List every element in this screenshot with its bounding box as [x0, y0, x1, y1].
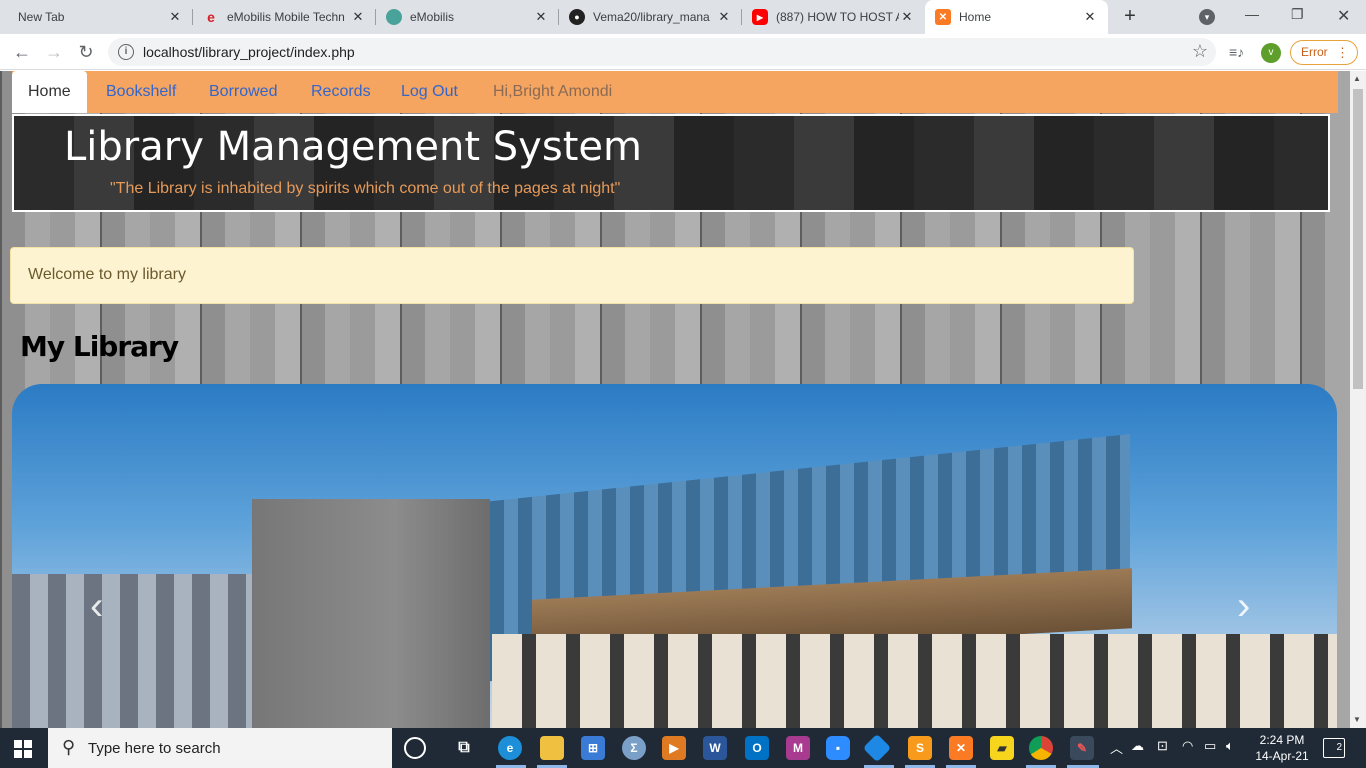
wifi-icon[interactable]: ◠ [1182, 738, 1193, 754]
close-icon[interactable]: ✕ [533, 9, 549, 25]
image-carousel: ‹ › [12, 384, 1337, 728]
git-icon[interactable] [862, 733, 892, 763]
back-icon[interactable]: ← [10, 40, 34, 64]
error-label: Error [1301, 45, 1328, 59]
close-icon[interactable]: ✕ [899, 9, 915, 25]
page-viewport: Home Bookshelf Borrowed Records Log Out … [0, 71, 1350, 728]
profile-avatar[interactable]: v [1261, 43, 1281, 63]
close-icon[interactable]: ✕ [167, 9, 183, 25]
clock-time: 2:24 PM [1259, 733, 1305, 747]
minimize-icon[interactable]: — [1245, 6, 1259, 22]
tab-label: eMobilis [410, 10, 455, 24]
outlook-icon[interactable]: O [745, 736, 769, 760]
url-text[interactable]: localhost/library_project/index.php [143, 44, 355, 60]
close-icon[interactable]: ✕ [1082, 9, 1098, 25]
nav-logout[interactable]: Log Out [401, 71, 458, 113]
m-app-icon[interactable]: M [786, 736, 810, 760]
zoom-icon[interactable]: ▪ [826, 736, 850, 760]
error-button[interactable]: Error ⋮ [1290, 40, 1358, 65]
tab-github[interactable]: ● Vema20/library_mana ✕ [559, 0, 742, 34]
user-greeting: Hi,Bright Amondi [493, 83, 613, 100]
page-scrollbar[interactable]: ▲ ▼ [1350, 71, 1366, 728]
welcome-text: Welcome to my library [28, 266, 186, 283]
clock-date: 14-Apr-21 [1255, 749, 1309, 763]
scrollbar-thumb[interactable] [1353, 89, 1363, 389]
site-banner: Library Management System "The Library i… [12, 114, 1330, 212]
file-explorer-icon[interactable] [540, 736, 564, 760]
carousel-image-building-left [12, 574, 252, 728]
emobilis-favicon-icon: e [207, 9, 215, 25]
reading-list-icon[interactable]: ≡♪ [1229, 44, 1244, 60]
pin-app-icon[interactable]: ✎ [1070, 736, 1094, 760]
taskbar-search[interactable]: ⚲ Type here to search [48, 728, 392, 768]
windows-taskbar: ⚲ Type here to search ⧉ e ⊞ Σ ▶ W O M ▪ … [0, 728, 1366, 768]
page-title: Library Management System [64, 124, 642, 170]
calculator-icon[interactable]: Σ [622, 736, 646, 760]
media-player-icon[interactable]: ▶ [662, 736, 686, 760]
restore-icon[interactable]: ❐ [1291, 6, 1304, 23]
taskbar-search-placeholder: Type here to search [88, 740, 221, 757]
tab-label: Home [959, 10, 992, 24]
edge-icon[interactable]: e [498, 736, 522, 760]
banner-quote: "The Library is inhabited by spirits whi… [110, 180, 621, 197]
browser-tabstrip: New Tab ✕ e eMobilis Mobile Techn ✕ eMob… [0, 0, 1366, 34]
xampp-favicon-icon: ✕ [935, 9, 951, 25]
carousel-prev-icon[interactable]: ‹ [90, 584, 103, 629]
tab-emobilis-mobile[interactable]: e eMobilis Mobile Techn ✕ [193, 0, 376, 34]
store-icon[interactable]: ⊞ [581, 736, 605, 760]
tab-home[interactable]: ✕ Home ✕ [925, 0, 1108, 34]
site-navbar: Home Bookshelf Borrowed Records Log Out … [12, 71, 1338, 113]
github-favicon-icon: ● [569, 9, 585, 25]
battery-icon[interactable]: ▭ [1204, 738, 1216, 754]
nav-records[interactable]: Records [311, 71, 371, 113]
tab-label: Vema20/library_mana [593, 10, 710, 24]
carousel-image-tower [252, 499, 490, 728]
window-close-icon[interactable]: ✕ [1337, 6, 1350, 26]
chrome-icon[interactable] [1029, 736, 1053, 760]
bookmark-star-icon[interactable]: ☆ [1192, 41, 1208, 62]
nav-bookshelf[interactable]: Bookshelf [106, 71, 176, 113]
tray-expand-icon[interactable]: ︿ [1110, 738, 1123, 757]
site-info-icon[interactable]: i [118, 44, 134, 60]
address-bar: ← → ↻ i localhost/library_project/index.… [0, 34, 1366, 70]
tab-new-tab[interactable]: New Tab ✕ [8, 0, 193, 34]
tab-search-icon[interactable]: ▾ [1199, 9, 1215, 25]
windows-start-icon[interactable] [14, 740, 32, 758]
cortana-icon[interactable] [404, 737, 426, 759]
forward-icon[interactable]: → [42, 40, 66, 64]
tab-youtube[interactable]: ▶ (887) HOW TO HOST A ✕ [742, 0, 925, 34]
tab-label: (887) HOW TO HOST A [776, 10, 899, 24]
welcome-alert: Welcome to my library [10, 247, 1134, 304]
url-field[interactable]: i localhost/library_project/index.php ☆ [108, 38, 1216, 66]
section-title: My Library [20, 330, 179, 363]
notifications-icon[interactable]: 2 [1323, 738, 1345, 758]
xampp-icon[interactable]: ✕ [949, 736, 973, 760]
sticky-notes-icon[interactable]: ▰ [990, 736, 1014, 760]
tab-emobilis[interactable]: eMobilis ✕ [376, 0, 559, 34]
sublime-icon[interactable]: S [908, 736, 932, 760]
globe-favicon-icon [386, 9, 402, 25]
reload-icon[interactable]: ↻ [74, 40, 98, 64]
tab-label: eMobilis Mobile Techn [227, 10, 345, 24]
nav-borrowed[interactable]: Borrowed [209, 71, 277, 113]
youtube-favicon-icon: ▶ [752, 9, 768, 25]
word-icon[interactable]: W [703, 736, 727, 760]
carousel-next-icon[interactable]: › [1237, 584, 1250, 629]
new-tab-button[interactable]: + [1118, 5, 1142, 29]
taskbar-clock[interactable]: 2:24 PM 14-Apr-21 [1252, 732, 1312, 764]
onedrive-icon[interactable]: ☁ [1131, 738, 1144, 754]
tab-label: New Tab [18, 10, 65, 24]
volume-icon[interactable]: 🔈︎ [1226, 738, 1234, 754]
meet-now-icon[interactable]: ⊡ [1157, 738, 1168, 754]
scroll-down-icon[interactable]: ▼ [1353, 715, 1361, 724]
menu-dots-icon: ⋮ [1336, 45, 1349, 60]
nav-home[interactable]: Home [12, 71, 87, 113]
search-icon: ⚲ [62, 737, 76, 757]
task-view-icon[interactable]: ⧉ [452, 736, 476, 760]
scroll-up-icon[interactable]: ▲ [1353, 74, 1361, 83]
carousel-image-old-building [492, 634, 1337, 728]
close-icon[interactable]: ✕ [350, 9, 366, 25]
close-icon[interactable]: ✕ [716, 9, 732, 25]
